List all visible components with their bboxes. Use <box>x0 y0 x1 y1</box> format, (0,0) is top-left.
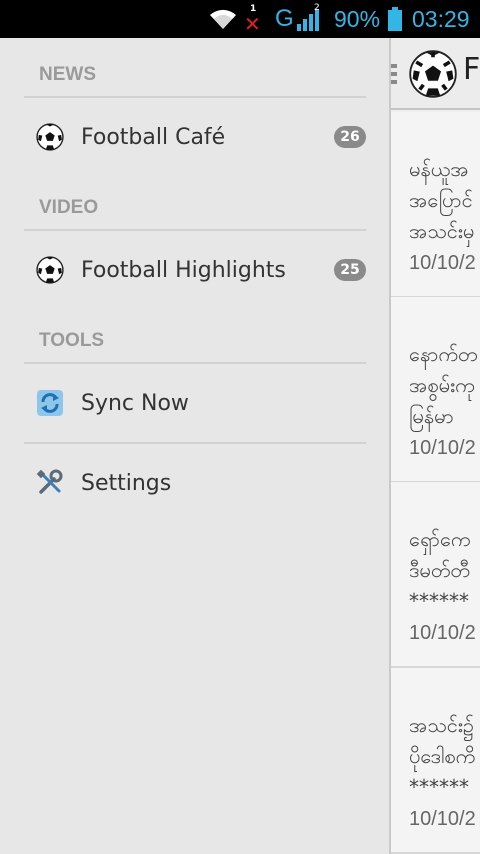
article-line: ****** <box>409 589 469 613</box>
article-card[interactable]: နောက်တ အစွမ်းကု မြန်မာ 10/10/2 <box>391 297 480 483</box>
soccer-ball-icon <box>36 123 64 151</box>
drawer-item-label: Settings <box>81 470 172 496</box>
drawer-item-sync-now[interactable]: Sync Now <box>24 373 366 433</box>
settings-icon <box>36 469 64 497</box>
battery-percent: 90% <box>334 5 381 32</box>
sim-index: 1 <box>250 4 257 14</box>
article-date: 10/10/2 <box>409 622 476 644</box>
article-line: အစွမ်းကု <box>409 373 475 397</box>
drawer-item-football-highlights[interactable]: Football Highlights 25 <box>24 240 366 300</box>
battery-icon <box>387 0 403 38</box>
article-card[interactable]: ရှော်ကေ ဒီမတ်တီ ****** 10/10/2 <box>391 482 480 668</box>
article-line: ဒီမတ်တီ <box>409 558 470 582</box>
divider <box>24 442 366 444</box>
soccer-ball-icon <box>36 256 64 284</box>
drawer-item-football-cafe[interactable]: Football Café 26 <box>24 107 366 167</box>
article-line: ရှော်ကေ <box>409 527 471 551</box>
wifi-icon <box>208 0 238 38</box>
article-card[interactable]: မန်ယူအ အပြောင် အသင်းမှ 10/10/2 <box>391 112 480 298</box>
article-list-panel[interactable]: Fo မန်ယူအ အပြောင် အသင်းမှ 10/10/2 နောက်တ… <box>389 38 480 854</box>
article-date: 10/10/2 <box>409 437 476 459</box>
count-badge: 25 <box>334 259 366 281</box>
status-bar: 1 ✕ G 2 90% 03:29 <box>0 0 480 38</box>
drawer-item-settings[interactable]: Settings <box>24 453 366 513</box>
network-type: G <box>275 5 294 32</box>
drawer-item-label: Football Café <box>81 124 226 150</box>
article-line: မြန်မာ <box>409 404 454 428</box>
article-line: ****** <box>409 775 469 799</box>
signal-index: 2 <box>314 3 320 13</box>
divider <box>24 96 366 98</box>
drawer-item-label: Sync Now <box>81 390 189 416</box>
article-line: အသင်း၌ <box>409 713 474 737</box>
action-bar: Fo <box>391 38 480 110</box>
divider <box>24 362 366 364</box>
sync-icon <box>36 389 64 417</box>
article-line: မန်ယူအ <box>409 157 469 181</box>
article-line: နောက်တ <box>409 342 478 366</box>
count-badge: 26 <box>334 126 366 148</box>
signal-icon: 2 <box>296 0 322 38</box>
no-sim-icon: 1 ✕ <box>244 4 261 36</box>
navigation-drawer: NEWS Football Café 26 VIDEO Football Hig… <box>0 38 389 854</box>
clock: 03:29 <box>412 5 470 32</box>
article-line: အပြောင် <box>409 188 473 212</box>
drawer-item-label: Football Highlights <box>81 257 286 283</box>
section-tools: TOOLS <box>39 330 105 351</box>
article-line: ပိုဒေါစကိ <box>409 744 476 768</box>
app-logo-icon[interactable] <box>409 50 457 102</box>
app-title: Fo <box>463 52 480 87</box>
menu-icon[interactable] <box>391 64 397 88</box>
article-date: 10/10/2 <box>409 252 476 274</box>
article-card[interactable]: အသင်း၌ ပိုဒေါစကိ ****** 10/10/2 <box>391 668 480 854</box>
article-date: 10/10/2 <box>409 808 476 830</box>
divider <box>24 229 366 231</box>
section-video: VIDEO <box>39 197 99 218</box>
article-line: အသင်းမှ <box>409 219 475 243</box>
section-news: NEWS <box>39 64 96 85</box>
